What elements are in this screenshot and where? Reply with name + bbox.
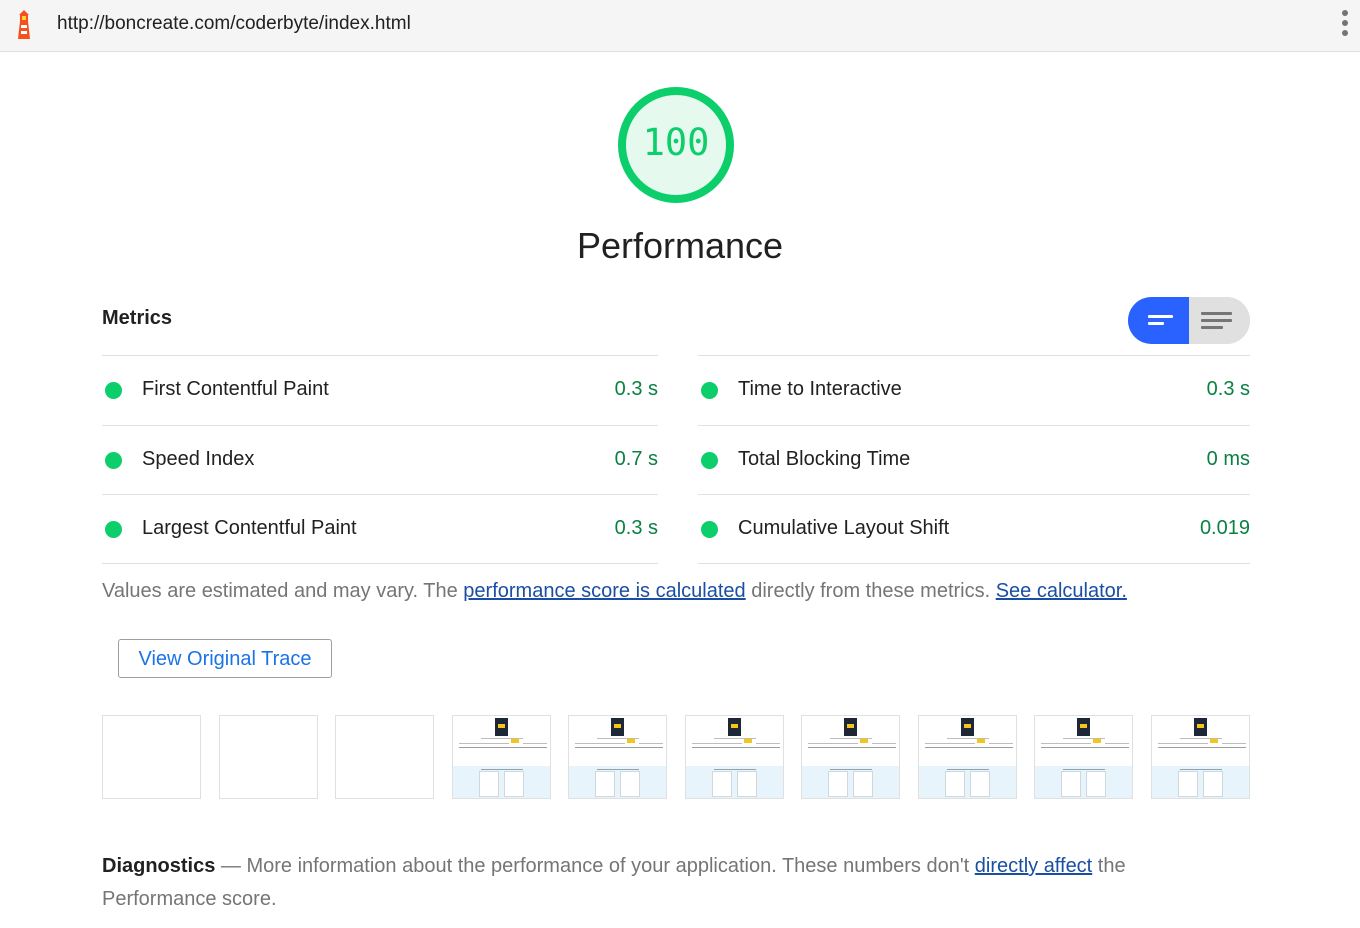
metric-row: Total Blocking Time 0 ms — [698, 424, 1250, 495]
metrics-right-column: Time to Interactive 0.3 s Total Blocking… — [698, 355, 1250, 564]
list-view-button[interactable] — [1128, 297, 1189, 344]
filmstrip-frame — [335, 715, 434, 799]
metric-label: First Contentful Paint — [142, 378, 329, 400]
url-text: http://boncreate.com/coderbyte/index.htm… — [57, 13, 411, 34]
browser-bar: http://boncreate.com/coderbyte/index.htm… — [0, 0, 1360, 52]
metric-value: 0.3 s — [614, 378, 658, 400]
filmstrip-frame — [801, 715, 900, 799]
score-title: Performance — [576, 225, 784, 266]
list-view-icon — [1148, 315, 1173, 318]
metrics-left-column: First Contentful Paint 0.3 s Speed Index… — [102, 355, 658, 564]
note-text: directly from these metrics. — [745, 580, 996, 602]
diagnostics-section: Diagnostics — More information about the… — [102, 850, 1142, 916]
text-view-icon — [1201, 312, 1232, 315]
pass-dot-icon — [701, 451, 718, 469]
diagnostics-heading: Diagnostics — [102, 855, 216, 877]
metric-label: Time to Interactive — [738, 378, 902, 400]
metrics-note: Values are estimated and may vary. The p… — [102, 580, 1127, 603]
metric-value: 0.3 s — [614, 517, 658, 539]
filmstrip-frame — [918, 715, 1017, 799]
pass-dot-icon — [701, 521, 718, 538]
metric-row: Largest Contentful Paint 0.3 s — [102, 494, 658, 564]
score-calculated-link[interactable]: performance score is calculated — [463, 580, 745, 602]
pass-dot-icon — [105, 451, 122, 469]
metric-row: Time to Interactive 0.3 s — [698, 355, 1250, 425]
metric-value: 0.019 — [1199, 517, 1250, 539]
directly-affect-link[interactable]: directly affect — [975, 855, 1092, 877]
thumbnail-book — [961, 718, 974, 736]
kebab-menu-icon[interactable] — [1340, 10, 1350, 40]
view-original-trace-button[interactable]: View Original Trace — [118, 639, 332, 678]
pass-dot-icon — [105, 382, 122, 399]
metric-label: Total Blocking Time — [738, 447, 911, 470]
lighthouse-icon — [18, 10, 30, 39]
thumbnail-book — [728, 718, 741, 736]
metric-row: First Contentful Paint 0.3 s — [102, 355, 658, 425]
filmstrip-frame — [1034, 715, 1133, 799]
metric-label: Speed Index — [142, 447, 255, 470]
metrics-view-toggle — [1128, 297, 1250, 344]
thumbnail-book — [1194, 718, 1207, 736]
filmstrip — [102, 715, 1250, 799]
metric-value: 0 ms — [1206, 447, 1250, 470]
metric-row: Cumulative Layout Shift 0.019 — [698, 494, 1250, 564]
thumbnail-book — [844, 718, 857, 736]
filmstrip-frame — [219, 715, 318, 799]
thumbnail-book — [1077, 718, 1090, 736]
metric-label: Cumulative Layout Shift — [738, 517, 950, 539]
filmstrip-frame — [685, 715, 784, 799]
metric-value: 0.7 s — [614, 447, 658, 470]
score-value: 100 — [642, 121, 710, 164]
filmstrip-frame — [452, 715, 551, 799]
metrics-heading: Metrics — [102, 307, 173, 329]
pass-dot-icon — [105, 521, 122, 538]
pass-dot-icon — [701, 382, 718, 399]
see-calculator-link[interactable]: See calculator. — [996, 580, 1127, 602]
filmstrip-frame — [102, 715, 201, 799]
metric-value: 0.3 s — [1206, 378, 1250, 400]
thumbnail-book — [611, 718, 624, 736]
filmstrip-frame — [568, 715, 667, 799]
metric-label: Largest Contentful Paint — [142, 517, 357, 539]
note-text: Values are estimated and may vary. The — [102, 580, 464, 602]
filmstrip-frame — [1151, 715, 1250, 799]
metric-row: Speed Index 0.7 s — [102, 424, 658, 495]
diagnostics-text: — More information about the performance… — [215, 855, 975, 877]
text-view-button[interactable] — [1189, 297, 1250, 344]
thumbnail-book — [495, 718, 508, 736]
